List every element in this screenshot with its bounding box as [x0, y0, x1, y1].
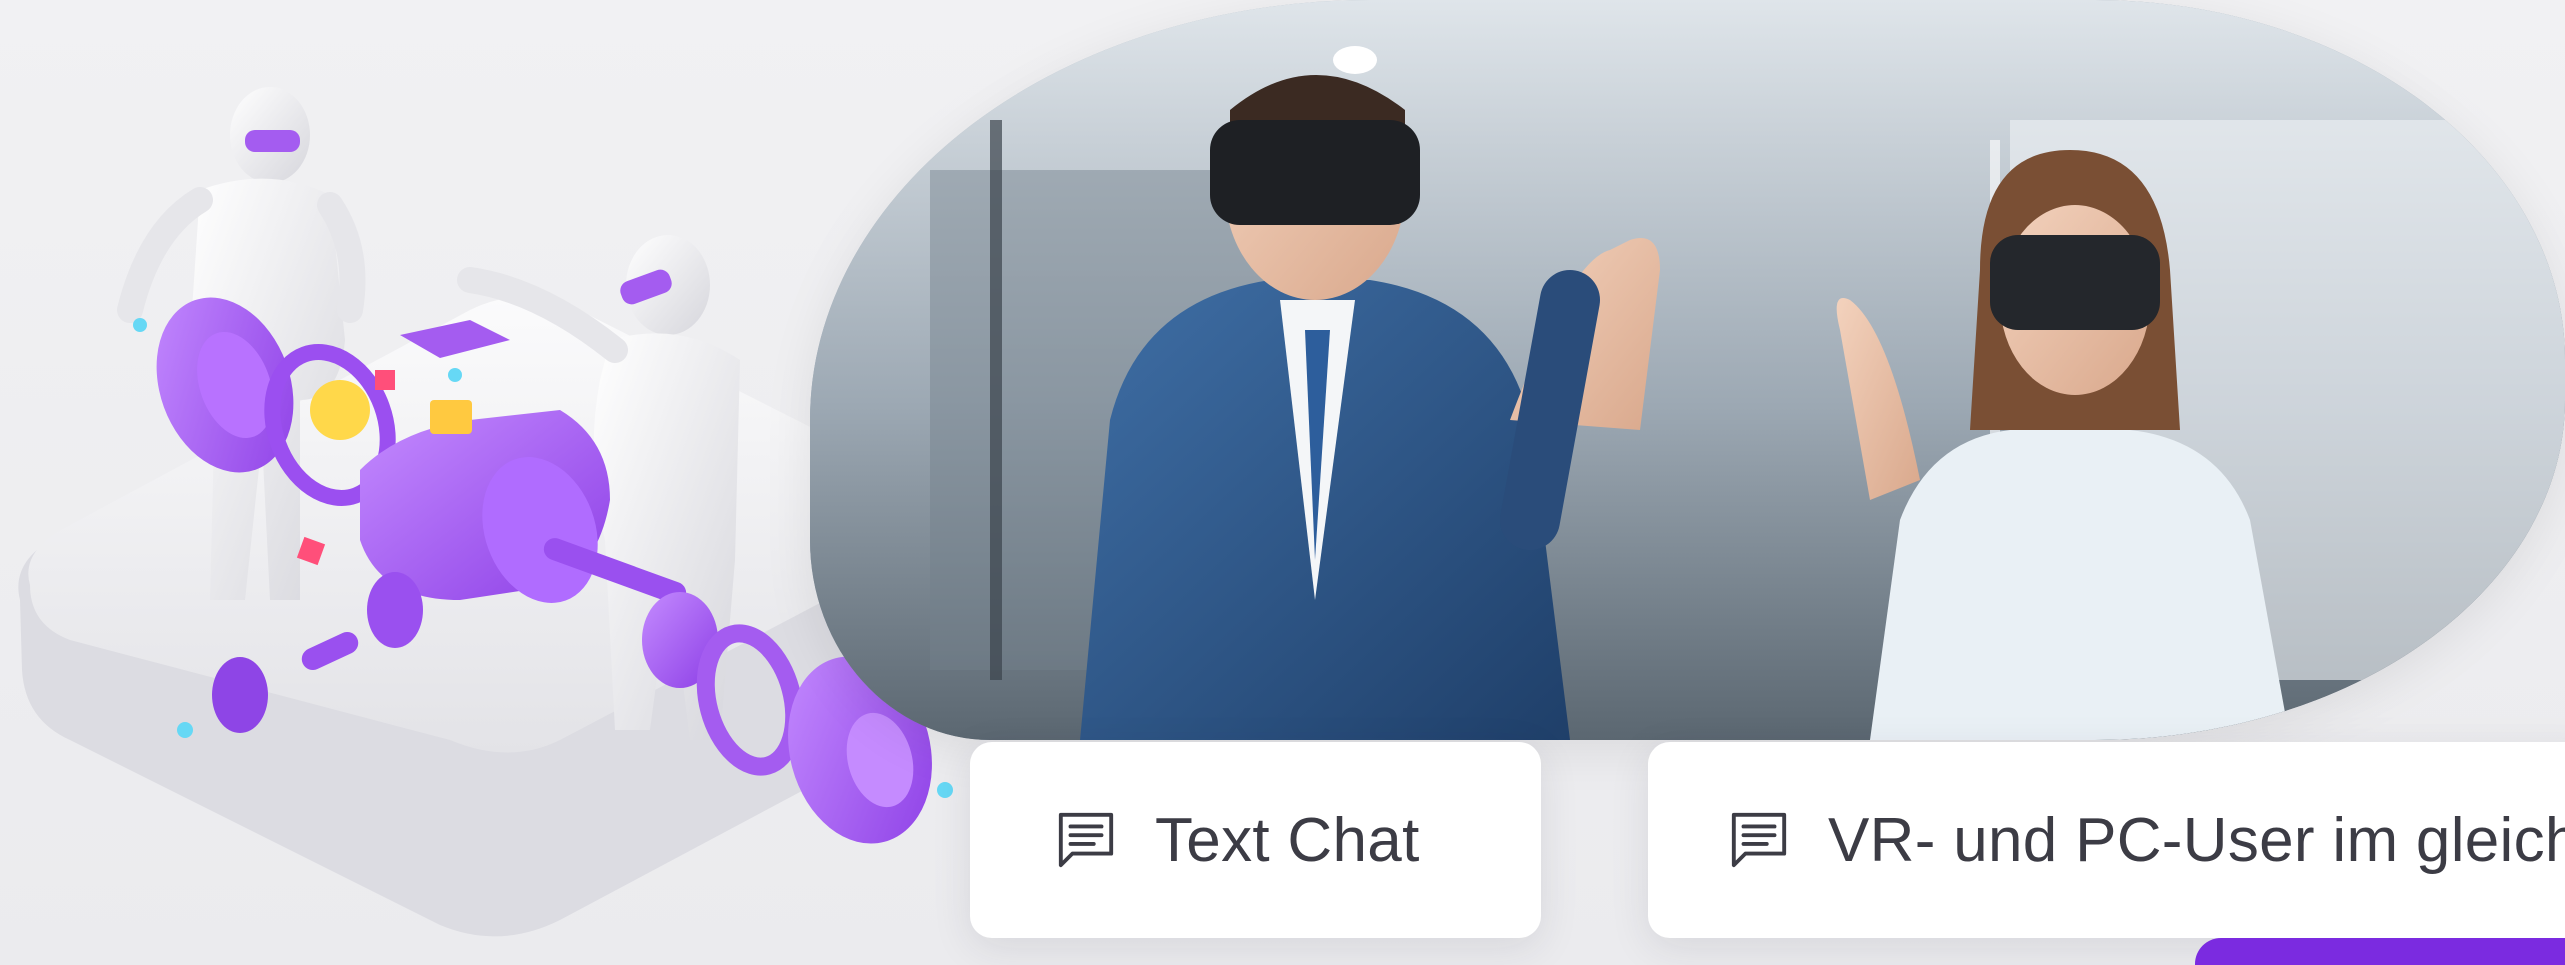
hero-section: Text Chat VR- und PC-User im gleichen Ra… [0, 0, 2565, 965]
chat-icon [1058, 812, 1114, 868]
feature-card-text-chat: Text Chat [970, 742, 1541, 938]
feature-card-vr-pc-users: VR- und PC-User im gleichen Raum [1648, 742, 2565, 938]
chat-icon [1731, 812, 1787, 868]
vr-headset-users-photo [810, 0, 2565, 740]
accent-bar [2195, 938, 2565, 965]
feature-card-label: Text Chat [1155, 805, 1420, 875]
feature-card-label: VR- und PC-User im gleichen Raum [1828, 805, 2565, 875]
